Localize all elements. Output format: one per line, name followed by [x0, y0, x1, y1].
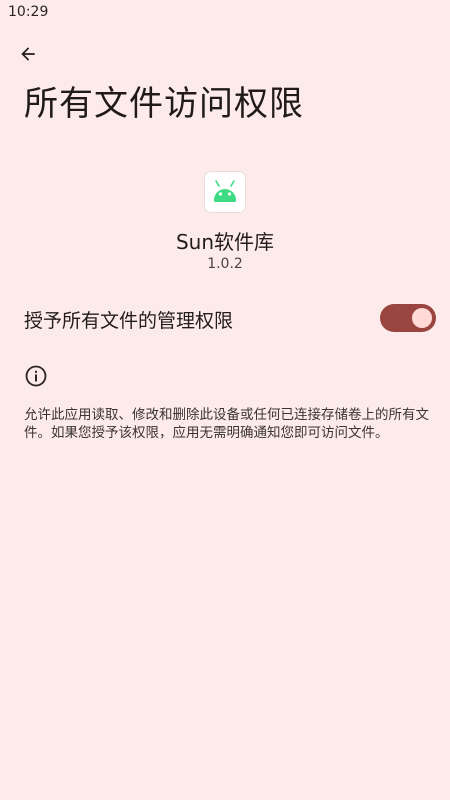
switch-thumb	[412, 308, 432, 328]
android-app-icon	[205, 172, 245, 212]
status-time: 10:29	[8, 4, 49, 20]
arrow-left-icon	[21, 47, 35, 61]
page-title: 所有文件访问权限	[24, 84, 304, 124]
permission-toggle-row[interactable]: 授予所有文件的管理权限	[24, 300, 436, 338]
info-icon	[24, 364, 48, 388]
app-name: Sun软件库	[175, 230, 275, 254]
back-button[interactable]	[12, 38, 44, 70]
app-version: 1.0.2	[207, 256, 243, 272]
permission-toggle-label: 授予所有文件的管理权限	[24, 310, 234, 332]
permission-description: 允许此应用读取、修改和删除此设备或任何已连接存储卷上的所有文件。如果您授予该权限…	[24, 407, 429, 441]
permission-switch[interactable]	[380, 304, 436, 332]
status-bar: 10:29	[0, 0, 450, 26]
